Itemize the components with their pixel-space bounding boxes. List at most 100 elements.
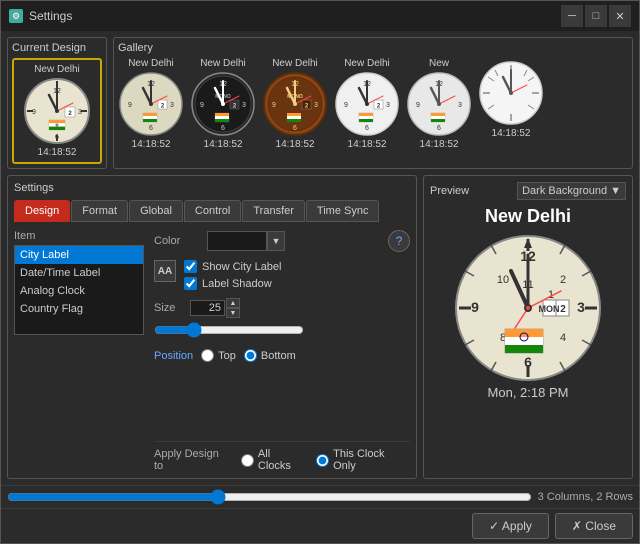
svg-text:6: 6 [365,125,369,132]
size-label: Size [154,302,184,314]
bg-dropdown-arrow: ▼ [610,185,621,197]
gallery-clock-3[interactable]: New Delhi 12 3 6 9 [262,58,328,150]
close-window-button[interactable]: ✕ [609,5,631,27]
svg-text:6: 6 [524,354,532,370]
close-button[interactable]: ✗ Close [555,513,633,539]
bg-label: Dark Background [522,185,607,197]
apply-design-row: Apply Design to All Clocks This Clock On… [154,441,410,472]
spin-up-button[interactable]: ▲ [226,298,240,308]
svg-text:4: 4 [560,332,566,344]
all-clocks-label: All Clocks [258,448,306,472]
this-clock-row[interactable]: This Clock Only [316,448,410,472]
position-top-radio[interactable] [201,349,214,362]
all-clocks-radio[interactable] [241,454,254,467]
current-design-label: Current Design [12,42,102,54]
item-country-flag[interactable]: Country Flag [15,300,143,318]
size-section: Size 25 ▲ ▼ [154,298,410,341]
position-top-label: Top [218,350,236,362]
svg-text:3: 3 [170,102,174,109]
window-title: Settings [29,9,72,23]
gallery-clock-svg-6 [478,60,544,126]
svg-text:3: 3 [314,102,318,109]
tab-timesync[interactable]: Time Sync [306,200,380,222]
settings-tabs: Design Format Global Control Transfer Ti… [14,200,410,222]
color-dropdown-btn[interactable]: ▼ [267,231,285,251]
item-list[interactable]: City Label Date/Time Label Analog Clock … [14,245,144,335]
item-city-label[interactable]: City Label [15,246,143,264]
spin-down-button[interactable]: ▼ [226,308,240,318]
main-window: ⚙ Settings ─ □ ✕ Current Design New Delh… [0,0,640,544]
svg-text:9: 9 [128,102,132,109]
current-clock-item: New Delhi 12 3 6 [23,64,91,158]
svg-text:3: 3 [458,102,462,109]
svg-text:9: 9 [471,299,479,315]
current-clock-wrapper: New Delhi 12 3 6 [12,58,102,164]
item-label: Item [14,230,144,242]
item-datetime-label[interactable]: Date/Time Label [15,264,143,282]
gallery-scroll[interactable]: New Delhi 12 3 6 9 [118,58,628,150]
svg-text:9: 9 [272,102,276,109]
preview-header: Preview Dark Background ▼ [430,182,626,200]
tab-global[interactable]: Global [129,200,183,222]
position-bottom-row[interactable]: Bottom [244,349,296,362]
show-city-label-checkbox[interactable] [184,260,197,273]
svg-text:3: 3 [386,102,390,109]
svg-text:6: 6 [149,125,153,132]
size-input[interactable]: 25 [190,300,225,316]
position-top-row[interactable]: Top [201,349,236,362]
gallery-clock-5[interactable]: New 12 3 6 9 [406,58,472,150]
svg-text:9: 9 [200,102,204,109]
tab-design[interactable]: Design [14,200,70,222]
item-analog-clock[interactable]: Analog Clock [15,282,143,300]
label-shadow-row[interactable]: Label Shadow [184,277,282,290]
minimize-button[interactable]: ─ [561,5,583,27]
svg-text:9: 9 [32,109,36,116]
gallery-clock-svg-3: 12 3 6 9 2 MONO [262,71,328,137]
title-bar-left: ⚙ Settings [9,9,72,23]
apply-button[interactable]: ✓ Apply [472,513,549,539]
gallery-clock-svg-5: 12 3 6 9 [406,71,472,137]
gallery-clock-4[interactable]: New Delhi 12 3 6 9 [334,58,400,150]
gallery-box: Gallery New Delhi 12 3 6 9 [113,37,633,169]
label-shadow-checkbox[interactable] [184,277,197,290]
size-input-group: 25 ▲ ▼ [190,298,240,318]
show-city-label-row[interactable]: Show City Label [184,260,282,273]
tab-transfer[interactable]: Transfer [242,200,305,222]
svg-text:6: 6 [221,125,225,132]
size-slider[interactable] [154,322,304,338]
bg-dropdown[interactable]: Dark Background ▼ [517,182,626,200]
svg-text:2: 2 [560,304,566,315]
all-clocks-row[interactable]: All Clocks [241,448,306,472]
title-bar: ⚙ Settings ─ □ ✕ [1,1,639,31]
this-clock-label: This Clock Only [333,448,410,472]
tab-format[interactable]: Format [71,200,128,222]
top-row: Current Design New Delhi [7,37,633,169]
gallery-scrollbar[interactable] [7,490,532,504]
svg-text:9: 9 [344,102,348,109]
position-bottom-label: Bottom [261,350,296,362]
gallery-clock-6[interactable]: 14:18:52 [478,58,544,139]
help-button[interactable]: ? [388,230,410,252]
this-clock-radio[interactable] [316,454,329,467]
size-spinner: ▲ ▼ [226,298,240,318]
maximize-button[interactable]: □ [585,5,607,27]
tab-control[interactable]: Control [184,200,241,222]
design-controls: Color ▼ ? AA [154,230,410,472]
gallery-clock-1[interactable]: New Delhi 12 3 6 9 [118,58,184,150]
preview-panel: Preview Dark Background ▼ New Delhi [423,175,633,479]
svg-text:3: 3 [78,109,82,116]
columns-rows-label: 3 Columns, 2 Rows [538,491,633,503]
checkboxes: Show City Label Label Shadow [184,260,282,290]
svg-text:9: 9 [416,102,420,109]
bottom-row: Settings Design Format Global Control Tr… [7,175,633,479]
svg-text:10: 10 [497,274,509,286]
gallery-clock-2[interactable]: New Delhi 12 3 6 9 [190,58,256,150]
size-row: Size 25 ▲ ▼ [154,298,410,318]
color-swatch[interactable] [207,231,267,251]
aa-button[interactable]: AA [154,260,176,282]
position-bottom-radio[interactable] [244,349,257,362]
svg-text:MON: MON [539,304,560,314]
aa-checkbox-row: AA Show City Label Label Shadow [154,260,410,290]
svg-text:3: 3 [242,102,246,109]
current-city-name: New Delhi [34,64,80,75]
